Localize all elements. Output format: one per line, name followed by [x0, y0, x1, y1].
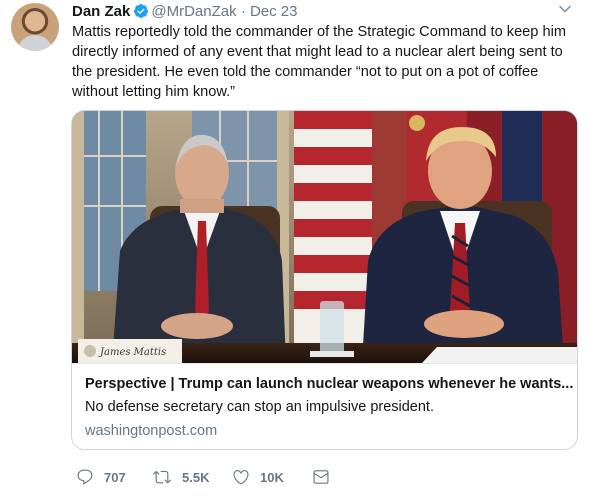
author-handle[interactable]: @MrDanZak: [151, 3, 236, 20]
card-title[interactable]: Perspective | Trump can launch nuclear w…: [85, 376, 573, 392]
direct-message-icon: [312, 468, 330, 486]
avatar[interactable]: [11, 3, 59, 51]
tweet[interactable]: Dan Zak @MrDanZak · Dec 23 Mattis reporte…: [0, 0, 594, 499]
card-domain[interactable]: washingtonpost.com: [85, 423, 217, 439]
link-card[interactable]: James Mattis Perspective | Trump can lau…: [71, 110, 578, 450]
chevron-down-icon[interactable]: [558, 2, 572, 21]
card-body[interactable]: Perspective | Trump can launch nuclear w…: [72, 363, 577, 449]
card-description: No defense secretary can stop an impulsi…: [85, 399, 434, 415]
like-count: 10K: [260, 469, 284, 485]
tweet-header: Dan Zak @MrDanZak · Dec 23: [72, 2, 297, 24]
card-image: James Mattis: [72, 111, 577, 363]
heart-icon: [232, 468, 250, 486]
nameplate-text: James Mattis: [98, 347, 166, 358]
retweet-count: 5.5K: [182, 469, 210, 485]
separator-dot: ·: [240, 3, 246, 20]
tweet-text: Mattis reportedly told the commander of …: [72, 24, 566, 100]
retweet-button[interactable]: 5.5K: [152, 466, 209, 488]
author-name[interactable]: Dan Zak: [72, 3, 130, 20]
reply-count: 707: [104, 469, 126, 485]
retweet-icon: [152, 468, 172, 486]
like-button[interactable]: 10K: [232, 466, 284, 488]
direct-message-button[interactable]: [312, 466, 330, 488]
tweet-date[interactable]: Dec 23: [250, 3, 298, 20]
reply-icon: [76, 468, 94, 486]
verified-badge-icon: [133, 3, 149, 24]
reply-button[interactable]: 707: [76, 466, 126, 488]
